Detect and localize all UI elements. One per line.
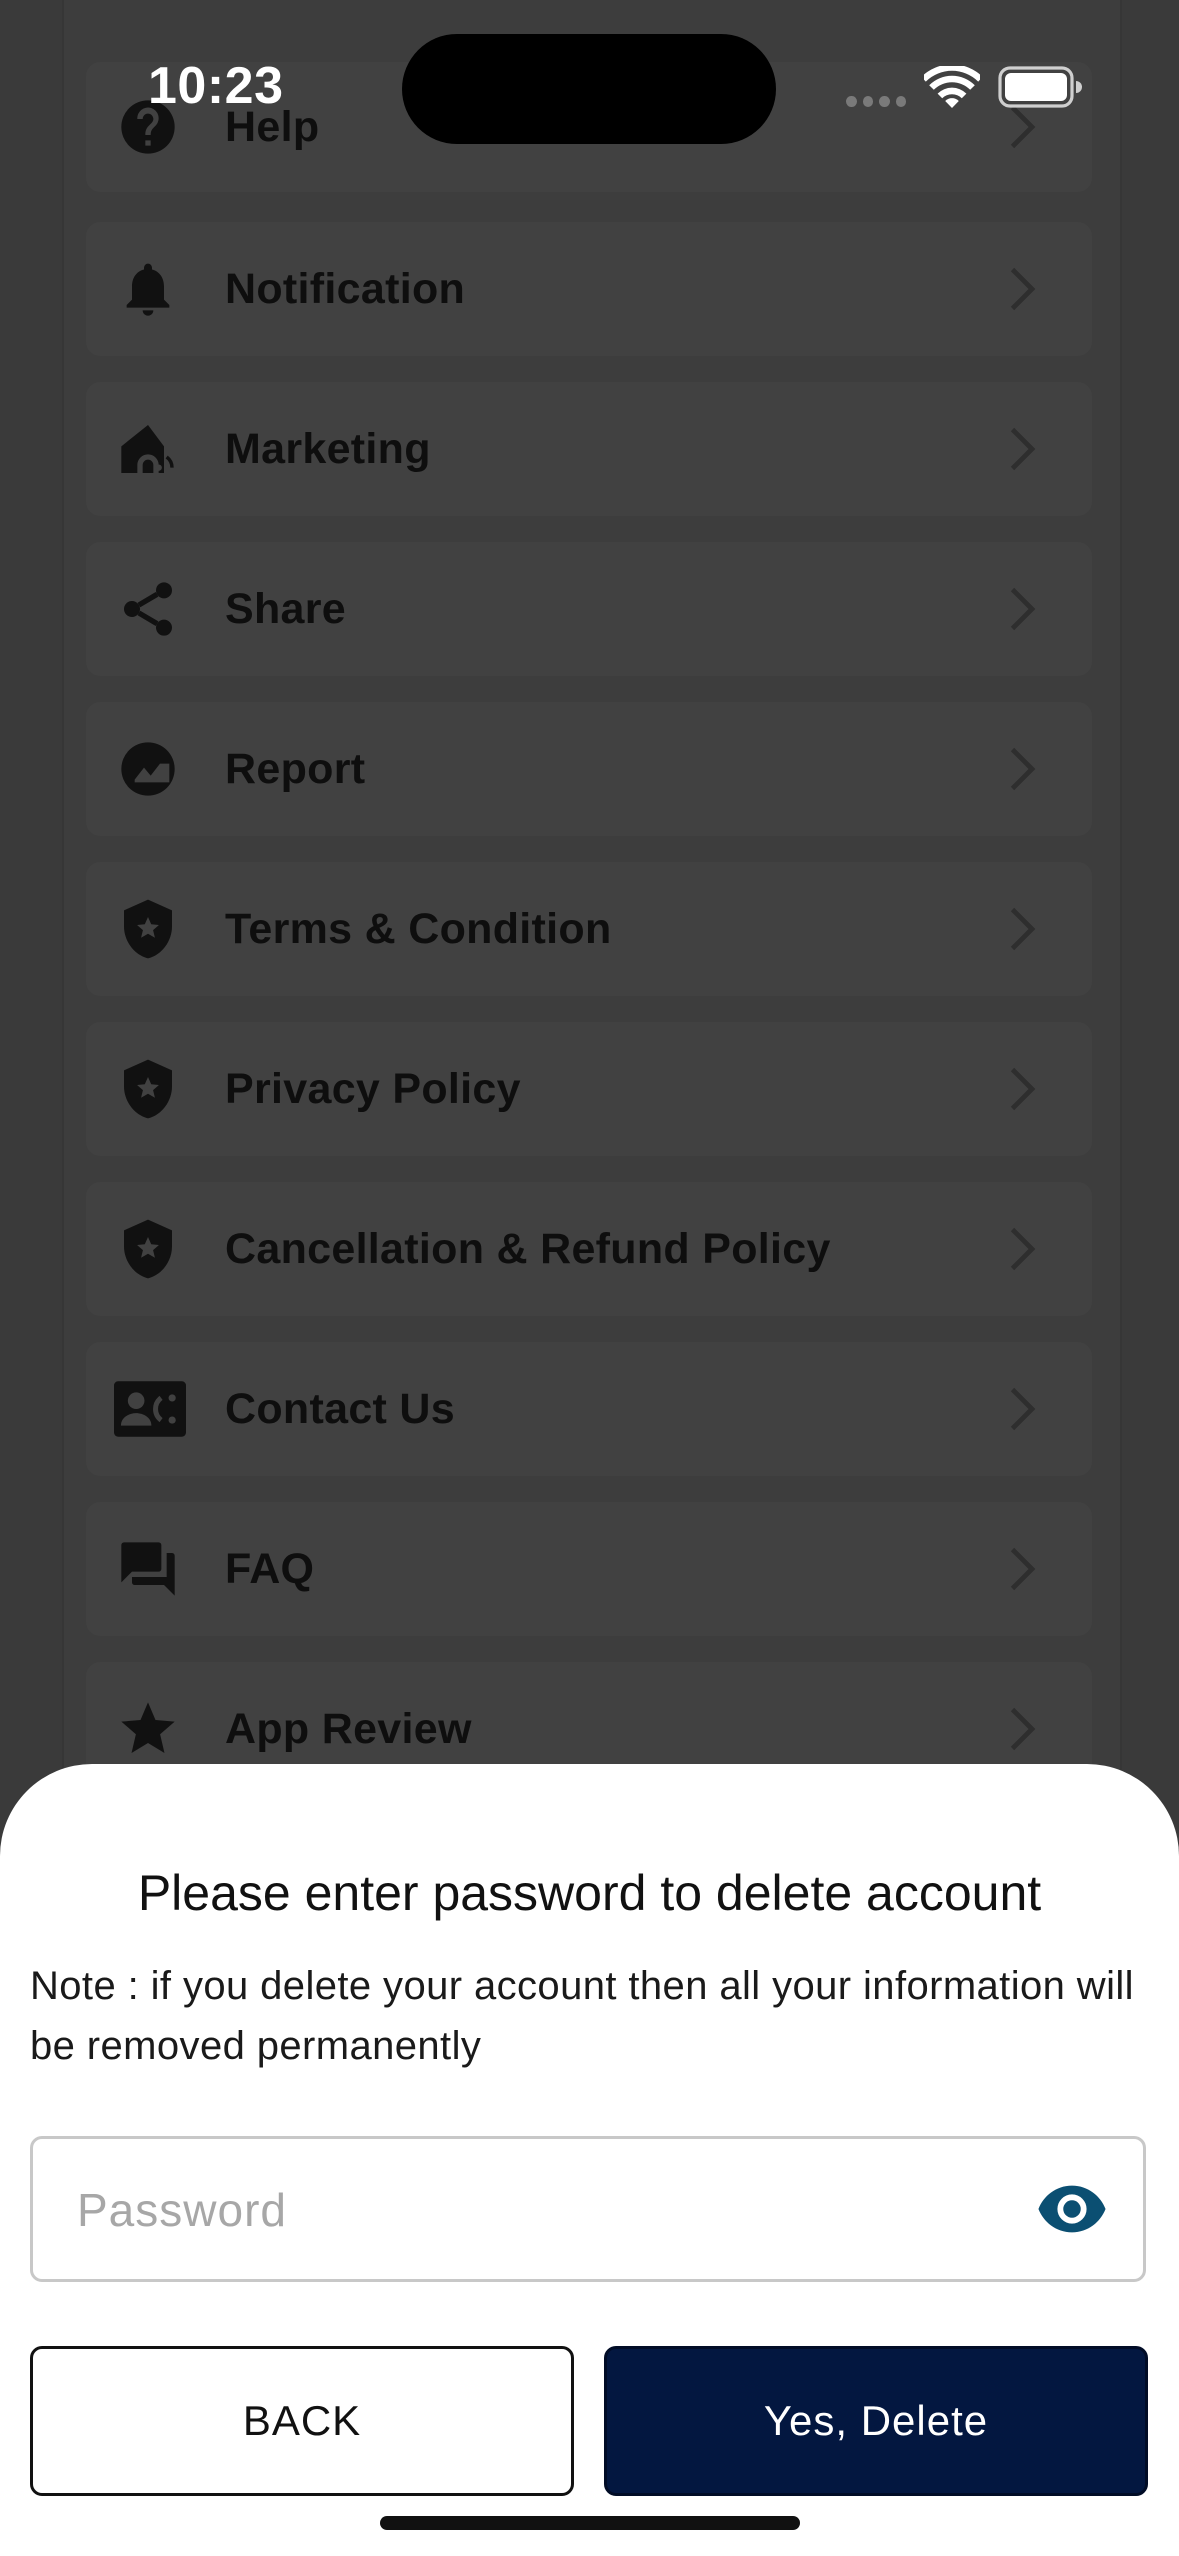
menu-item-label: App Review bbox=[225, 1704, 472, 1753]
menu-item-marketing[interactable]: Marketing bbox=[86, 382, 1092, 516]
share-icon bbox=[116, 577, 180, 641]
menu-item-notification[interactable]: Notification bbox=[86, 222, 1092, 356]
dynamic-island bbox=[402, 34, 776, 144]
menu-item-label: Notification bbox=[225, 264, 466, 313]
chevron-right-icon bbox=[1008, 265, 1038, 313]
chevron-right-icon bbox=[1008, 1705, 1038, 1753]
contact-card-icon bbox=[114, 1377, 186, 1441]
delete-account-sheet: Please enter password to delete account … bbox=[0, 1764, 1179, 2556]
menu-item-label: Privacy Policy bbox=[225, 1064, 521, 1113]
chevron-right-icon bbox=[1008, 1065, 1038, 1113]
menu-item-label: Contact Us bbox=[225, 1384, 455, 1433]
menu-item-refund-policy[interactable]: Cancellation & Refund Policy bbox=[86, 1182, 1092, 1316]
status-time: 10:23 bbox=[148, 57, 284, 115]
chevron-right-icon bbox=[1008, 1385, 1038, 1433]
report-icon bbox=[116, 737, 180, 801]
back-button[interactable]: BACK bbox=[30, 2346, 574, 2496]
sheet-title: Please enter password to delete account bbox=[137, 1865, 1042, 1921]
cellular-signal-icon bbox=[846, 96, 906, 110]
chevron-right-icon bbox=[1008, 585, 1038, 633]
chevron-right-icon bbox=[1008, 103, 1038, 151]
menu-item-label: FAQ bbox=[225, 1544, 315, 1593]
star-icon bbox=[116, 1697, 180, 1761]
chevron-right-icon bbox=[1008, 1545, 1038, 1593]
menu-item-report[interactable]: Report bbox=[86, 702, 1092, 836]
menu-item-faq[interactable]: FAQ bbox=[86, 1502, 1092, 1636]
chevron-right-icon bbox=[1008, 745, 1038, 793]
shield-star-icon bbox=[116, 1217, 180, 1281]
confirm-delete-button[interactable]: Yes, Delete bbox=[604, 2346, 1148, 2496]
menu-item-privacy-policy[interactable]: Privacy Policy bbox=[86, 1022, 1092, 1156]
eye-icon[interactable] bbox=[1037, 2181, 1107, 2237]
menu-item-label: Share bbox=[225, 584, 347, 633]
menu-item-share[interactable]: Share bbox=[86, 542, 1092, 676]
bell-icon bbox=[116, 257, 180, 321]
home-indicator[interactable] bbox=[380, 2516, 800, 2530]
menu-item-label: Cancellation & Refund Policy bbox=[225, 1224, 831, 1273]
delete-warning-note: Note : if you delete your account then a… bbox=[30, 1964, 1134, 2068]
menu-item-label: Report bbox=[225, 744, 366, 793]
menu-item-label: Marketing bbox=[225, 424, 431, 473]
menu-item-label: Terms & Condition bbox=[225, 904, 612, 953]
battery-icon bbox=[998, 66, 1082, 108]
chevron-right-icon bbox=[1008, 1225, 1038, 1273]
menu-item-terms[interactable]: Terms & Condition bbox=[86, 862, 1092, 996]
password-input[interactable] bbox=[75, 2169, 979, 2251]
menu-item-contact-us[interactable]: Contact Us bbox=[86, 1342, 1092, 1476]
chat-bubbles-icon bbox=[116, 1537, 180, 1601]
wifi-icon bbox=[924, 66, 980, 108]
shield-star-icon bbox=[116, 897, 180, 961]
password-field[interactable] bbox=[30, 2136, 1146, 2282]
chevron-right-icon bbox=[1008, 425, 1038, 473]
shield-star-icon bbox=[116, 1057, 180, 1121]
chevron-right-icon bbox=[1008, 905, 1038, 953]
marketing-icon bbox=[116, 417, 180, 481]
